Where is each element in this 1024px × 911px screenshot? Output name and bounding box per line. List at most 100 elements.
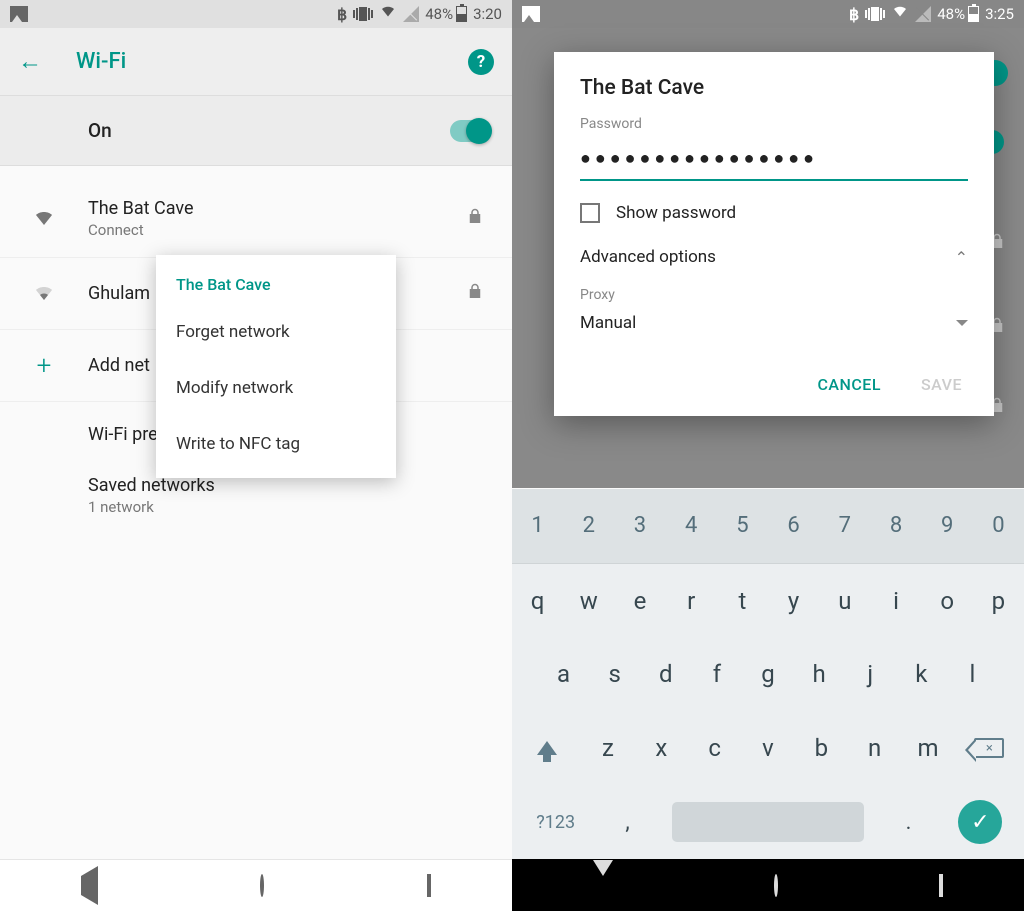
battery-indicator: 48%	[937, 5, 979, 23]
key-m[interactable]: m	[901, 711, 954, 785]
battery-text: 48%	[425, 5, 453, 23]
key-3[interactable]: 3	[614, 489, 665, 563]
key-7[interactable]: 7	[819, 489, 870, 563]
key-comma[interactable]: ,	[599, 785, 655, 859]
cancel-button[interactable]: CANCEL	[811, 367, 887, 402]
checkmark-icon: ✓	[958, 800, 1002, 844]
network-name: The Bat Cave	[88, 198, 466, 219]
wifi-connect-dialog: The Bat Cave Password Show password Adva…	[554, 52, 994, 416]
nav-recent[interactable]	[939, 876, 943, 895]
nav-home[interactable]	[260, 876, 264, 895]
key-x[interactable]: x	[635, 711, 688, 785]
nav-back[interactable]	[593, 876, 613, 895]
key-p[interactable]: p	[973, 564, 1024, 638]
key-1[interactable]: 1	[512, 489, 563, 563]
key-c[interactable]: c	[688, 711, 741, 785]
wifi-signal-icon	[22, 282, 66, 306]
key-a[interactable]: a	[538, 638, 589, 712]
wifi-connect-dialog-pane: ฿ 48% 3:25 The Bat Cave Password Show pa…	[512, 0, 1024, 911]
soft-keyboard: 1 2 3 4 5 6 7 8 9 0 q w e r t y u i o p …	[512, 489, 1024, 859]
navigation-bar	[512, 859, 1024, 911]
advanced-options-row[interactable]: Advanced options ⌃	[580, 247, 968, 267]
key-v[interactable]: v	[741, 711, 794, 785]
key-0[interactable]: 0	[973, 489, 1024, 563]
nav-recent[interactable]	[427, 876, 431, 895]
clock: 3:25	[985, 5, 1014, 23]
menu-title: The Bat Cave	[156, 261, 396, 304]
key-period[interactable]: .	[880, 785, 936, 859]
show-password-label: Show password	[616, 203, 736, 223]
show-password-row[interactable]: Show password	[580, 203, 968, 223]
key-9[interactable]: 9	[922, 489, 973, 563]
vibrate-icon	[353, 7, 373, 21]
key-f[interactable]: f	[691, 638, 742, 712]
wifi-switch[interactable]	[450, 120, 490, 142]
wifi-toggle-label: On	[88, 119, 450, 142]
key-r[interactable]: r	[666, 564, 717, 638]
network-context-menu: The Bat Cave Forget network Modify netwo…	[156, 255, 396, 478]
key-e[interactable]: e	[614, 564, 665, 638]
key-space[interactable]	[656, 785, 881, 859]
key-4[interactable]: 4	[666, 489, 717, 563]
menu-nfc[interactable]: Write to NFC tag	[156, 416, 396, 472]
key-t[interactable]: t	[717, 564, 768, 638]
network-status: Connect	[88, 221, 466, 239]
save-button[interactable]: SAVE	[915, 367, 968, 402]
shift-icon	[537, 741, 557, 755]
key-u[interactable]: u	[819, 564, 870, 638]
help-button[interactable]: ?	[468, 49, 494, 75]
picture-icon	[10, 6, 28, 22]
back-button[interactable]: ←	[18, 47, 42, 76]
key-5[interactable]: 5	[717, 489, 768, 563]
checkbox-icon[interactable]	[580, 203, 600, 223]
key-i[interactable]: i	[870, 564, 921, 638]
key-o[interactable]: o	[922, 564, 973, 638]
network-item-batcave[interactable]: The Bat Cave Connect	[0, 180, 512, 258]
key-d[interactable]: d	[640, 638, 691, 712]
key-z[interactable]: z	[581, 711, 634, 785]
vibrate-icon	[865, 7, 885, 21]
dialog-title: The Bat Cave	[580, 76, 968, 100]
key-g[interactable]: g	[742, 638, 793, 712]
password-input[interactable]	[580, 142, 968, 181]
key-8[interactable]: 8	[870, 489, 921, 563]
menu-forget[interactable]: Forget network	[156, 304, 396, 360]
key-k[interactable]: k	[896, 638, 947, 712]
page-title: Wi-Fi	[76, 49, 468, 74]
nav-home[interactable]	[774, 876, 778, 895]
status-bar: ฿ 48% 3:20	[0, 0, 512, 28]
lock-icon	[466, 207, 484, 231]
key-shift[interactable]	[512, 711, 581, 785]
key-backspace[interactable]: ×	[955, 711, 1024, 785]
spacebar-icon	[672, 802, 863, 842]
clock: 3:20	[473, 5, 502, 23]
key-6[interactable]: 6	[768, 489, 819, 563]
password-label: Password	[580, 116, 968, 132]
key-symbols[interactable]: ?123	[512, 785, 599, 859]
no-sim-icon	[915, 6, 931, 22]
nav-back[interactable]	[81, 876, 98, 895]
navigation-bar	[0, 859, 512, 911]
key-h[interactable]: h	[794, 638, 845, 712]
key-2[interactable]: 2	[563, 489, 614, 563]
key-b[interactable]: b	[795, 711, 848, 785]
keyboard-row-qwerty: q w e r t y u i o p	[512, 564, 1024, 638]
menu-modify[interactable]: Modify network	[156, 360, 396, 416]
status-bar: ฿ 48% 3:25	[512, 0, 1024, 28]
key-w[interactable]: w	[563, 564, 614, 638]
key-n[interactable]: n	[848, 711, 901, 785]
wifi-toggle-row[interactable]: On	[0, 96, 512, 166]
backspace-icon: ×	[974, 738, 1004, 758]
key-q[interactable]: q	[512, 564, 563, 638]
key-enter[interactable]: ✓	[937, 785, 1024, 859]
bluetooth-icon: ฿	[849, 5, 859, 24]
key-y[interactable]: y	[768, 564, 819, 638]
chevron-up-icon: ⌃	[955, 248, 968, 267]
no-sim-icon	[403, 6, 419, 22]
key-s[interactable]: s	[589, 638, 640, 712]
proxy-label: Proxy	[580, 287, 968, 303]
proxy-dropdown[interactable]: Manual	[580, 313, 968, 337]
key-j[interactable]: j	[845, 638, 896, 712]
key-l[interactable]: l	[947, 638, 998, 712]
picture-icon	[522, 6, 540, 22]
